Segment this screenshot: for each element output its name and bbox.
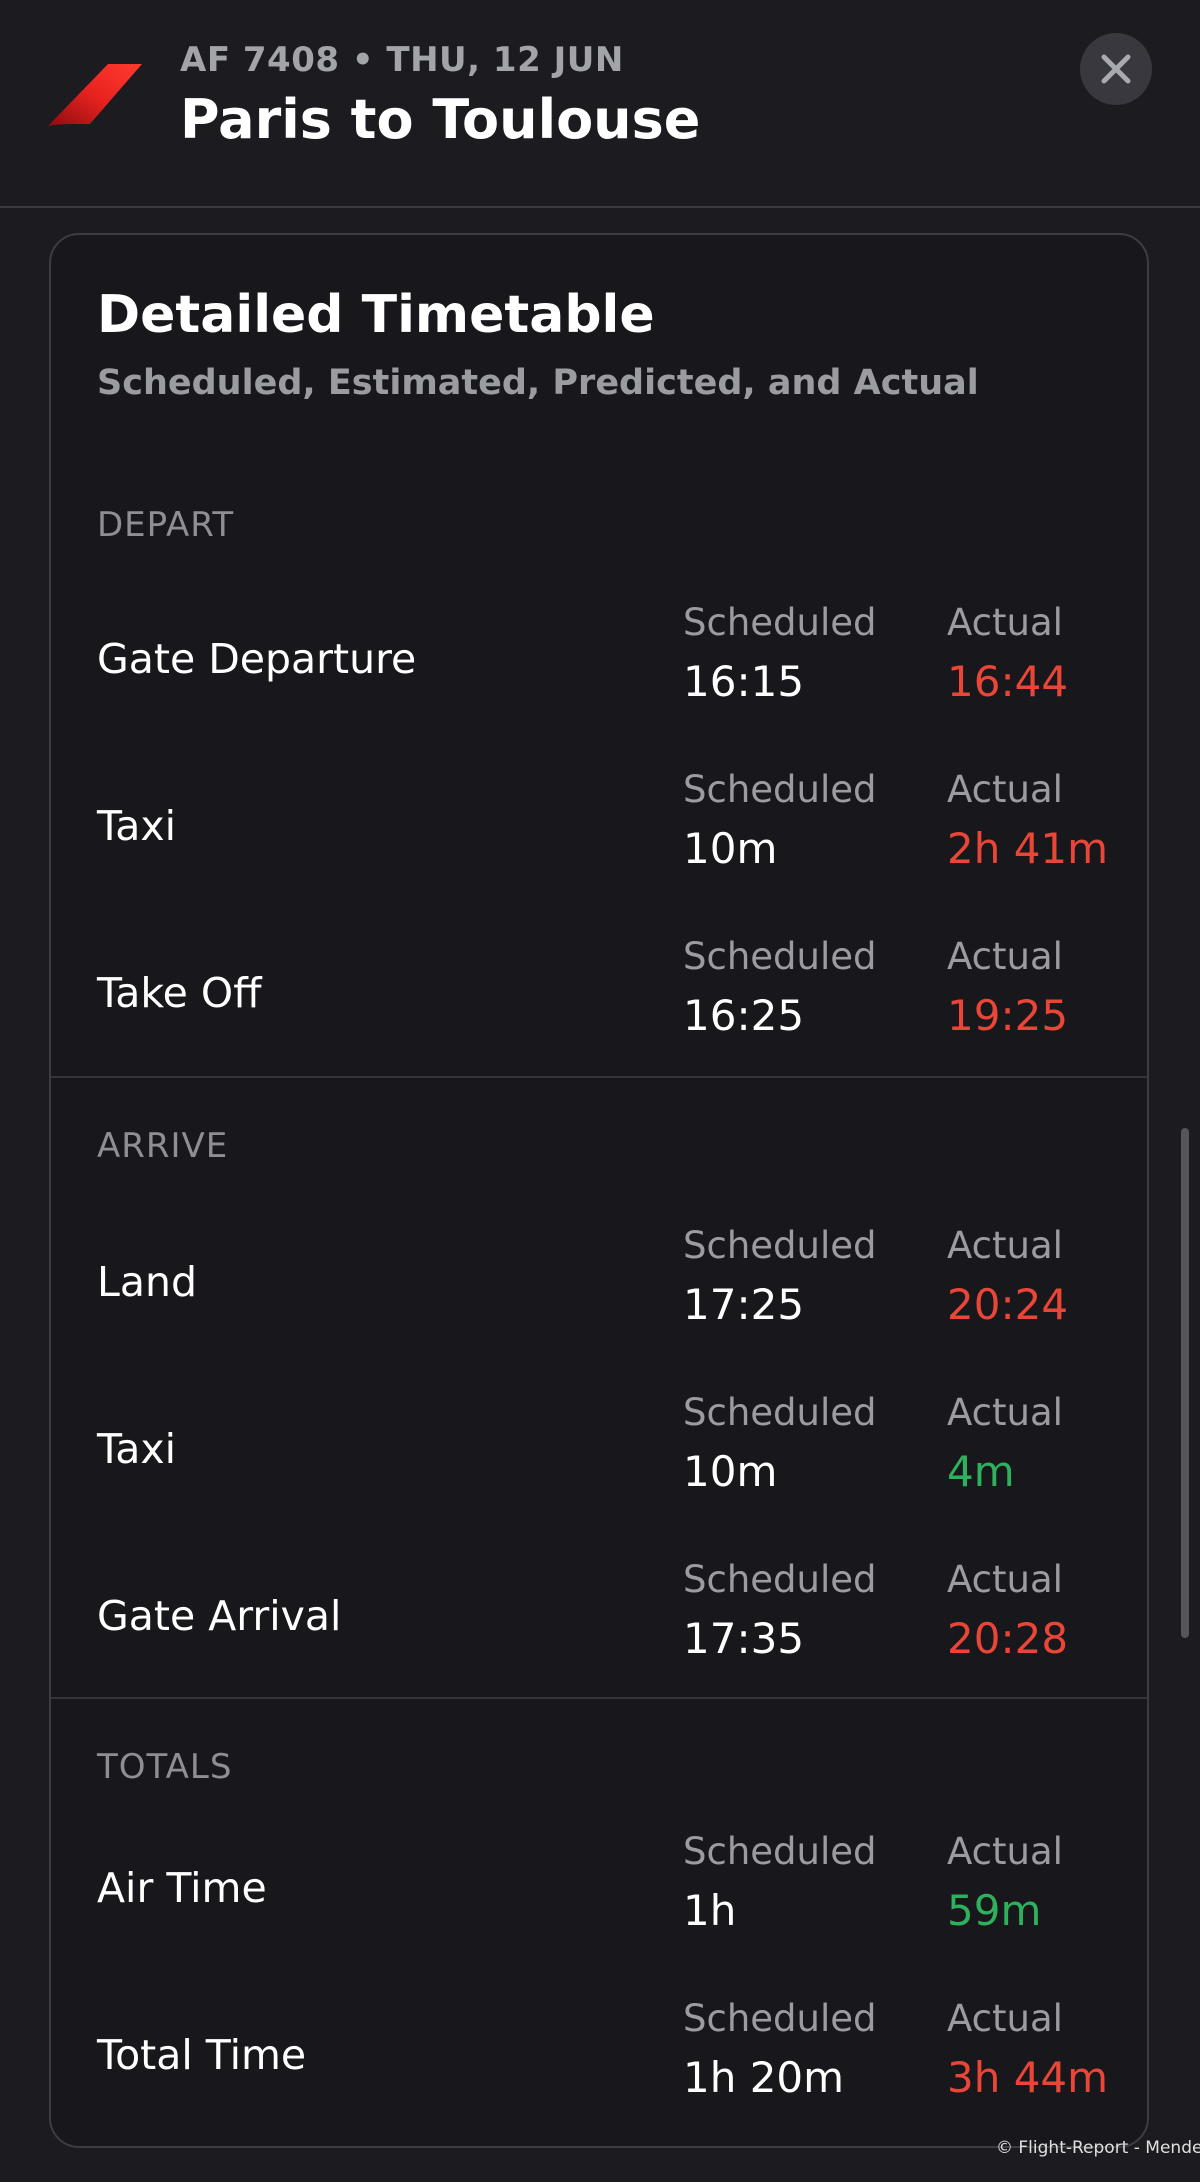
- section-label: ARRIVE: [97, 1126, 229, 1166]
- vertical-scrollbar[interactable]: [1181, 1128, 1189, 1638]
- flight-meta: AF 7408 • THU, 12 JUN: [180, 40, 624, 80]
- scheduled-header: Scheduled: [683, 1558, 877, 1601]
- row-label: Taxi: [97, 802, 177, 850]
- scheduled-header: Scheduled: [683, 768, 877, 811]
- actual-value: 4m: [947, 1447, 1015, 1496]
- actual-value: 16:44: [947, 657, 1069, 706]
- row-label: Total Time: [97, 2031, 307, 2079]
- actual-value: 3h 44m: [947, 2053, 1109, 2102]
- card-subtitle: Scheduled, Estimated, Predicted, and Act…: [97, 363, 979, 403]
- section-label: TOTALS: [97, 1747, 233, 1787]
- timetable-row: Taxi Scheduled 10m Actual 2h 41m: [51, 746, 1147, 913]
- scheduled-value: 1h 20m: [683, 2053, 845, 2102]
- timetable-row: Air Time Scheduled 1h Actual 59m: [51, 1808, 1147, 1975]
- timetable-row: Take Off Scheduled 16:25 Actual 19:25: [51, 913, 1147, 1080]
- scheduled-header: Scheduled: [683, 1997, 877, 2040]
- scheduled-value: 10m: [683, 824, 778, 873]
- scheduled-header: Scheduled: [683, 1830, 877, 1873]
- actual-value: 2h 41m: [947, 824, 1109, 873]
- actual-value: 19:25: [947, 991, 1069, 1040]
- actual-value: 20:24: [947, 1280, 1069, 1329]
- row-label: Land: [97, 1258, 197, 1306]
- timetable-row: Gate Arrival Scheduled 17:35 Actual 20:2…: [51, 1536, 1147, 1703]
- timetable-row: Land Scheduled 17:25 Actual 20:24: [51, 1202, 1147, 1369]
- row-label: Gate Departure: [97, 635, 417, 683]
- actual-header: Actual: [947, 1391, 1063, 1434]
- scheduled-header: Scheduled: [683, 601, 877, 644]
- timetable-row: Taxi Scheduled 10m Actual 4m: [51, 1369, 1147, 1536]
- scheduled-value: 16:25: [683, 991, 805, 1040]
- timetable-row: Gate Departure Scheduled 16:15 Actual 16…: [51, 579, 1147, 746]
- scheduled-value: 17:25: [683, 1280, 805, 1329]
- flight-header: AF 7408 • THU, 12 JUN Paris to Toulouse: [0, 0, 1200, 208]
- photo-credit: © Flight-Report - Mendes: [996, 2138, 1200, 2158]
- row-label: Gate Arrival: [97, 1592, 342, 1640]
- actual-header: Actual: [947, 1830, 1063, 1873]
- actual-header: Actual: [947, 1558, 1063, 1601]
- scheduled-header: Scheduled: [683, 1391, 877, 1434]
- actual-value: 59m: [947, 1886, 1042, 1935]
- timetable-row: Total Time Scheduled 1h 20m Actual 3h 44…: [51, 1975, 1147, 2142]
- scheduled-value: 17:35: [683, 1614, 805, 1663]
- section-divider: [51, 1697, 1147, 1699]
- row-label: Air Time: [97, 1864, 267, 1912]
- row-label: Taxi: [97, 1425, 177, 1473]
- scheduled-value: 16:15: [683, 657, 805, 706]
- scheduled-value: 10m: [683, 1447, 778, 1496]
- close-button[interactable]: [1080, 33, 1152, 105]
- scheduled-header: Scheduled: [683, 935, 877, 978]
- actual-header: Actual: [947, 768, 1063, 811]
- scheduled-value: 1h: [683, 1886, 737, 1935]
- air-france-logo-icon: [46, 60, 146, 132]
- section-divider: [51, 1076, 1147, 1078]
- actual-header: Actual: [947, 601, 1063, 644]
- card-title: Detailed Timetable: [97, 285, 655, 345]
- actual-header: Actual: [947, 1997, 1063, 2040]
- actual-header: Actual: [947, 1224, 1063, 1267]
- actual-header: Actual: [947, 935, 1063, 978]
- section-label: DEPART: [97, 505, 235, 545]
- actual-value: 20:28: [947, 1614, 1069, 1663]
- close-icon: [1101, 54, 1131, 84]
- row-label: Take Off: [97, 969, 262, 1017]
- timetable-card: Detailed Timetable Scheduled, Estimated,…: [49, 233, 1149, 2148]
- scheduled-header: Scheduled: [683, 1224, 877, 1267]
- route-title: Paris to Toulouse: [180, 88, 701, 151]
